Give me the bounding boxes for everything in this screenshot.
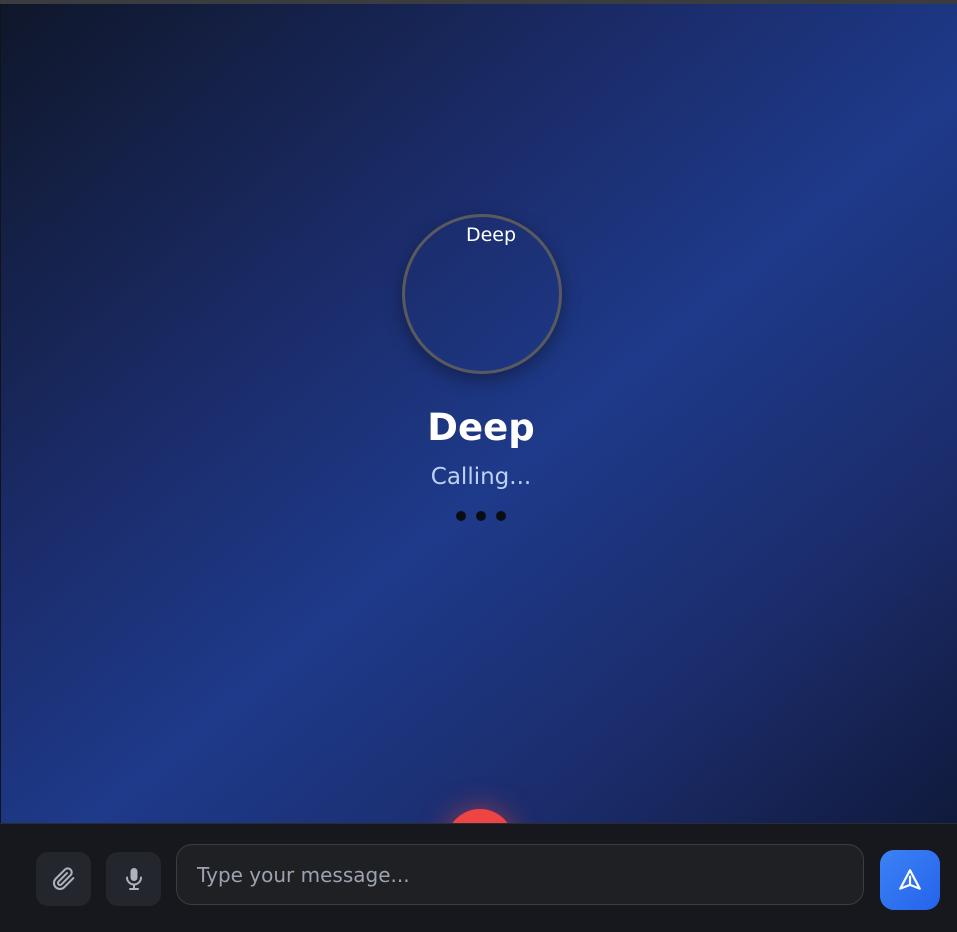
caller-name: Deep (427, 406, 535, 449)
avatar-alt-text: Deep (465, 224, 517, 246)
message-input[interactable] (176, 844, 864, 905)
indicator-dot (496, 511, 506, 521)
call-status: Calling... (430, 464, 532, 490)
call-screen: Deep Deep Calling... (1, 4, 957, 824)
avatar: Deep (402, 214, 562, 374)
paperclip-icon (52, 867, 74, 890)
message-composer (0, 823, 957, 932)
send-button[interactable] (880, 850, 940, 910)
send-icon (899, 869, 921, 890)
attach-button[interactable] (36, 852, 91, 906)
calling-indicator (456, 511, 506, 521)
call-window: Deep Deep Calling... (0, 0, 957, 932)
microphone-icon (125, 868, 142, 890)
indicator-dot (476, 511, 486, 521)
mic-button[interactable] (106, 852, 161, 906)
indicator-dot (456, 511, 466, 521)
